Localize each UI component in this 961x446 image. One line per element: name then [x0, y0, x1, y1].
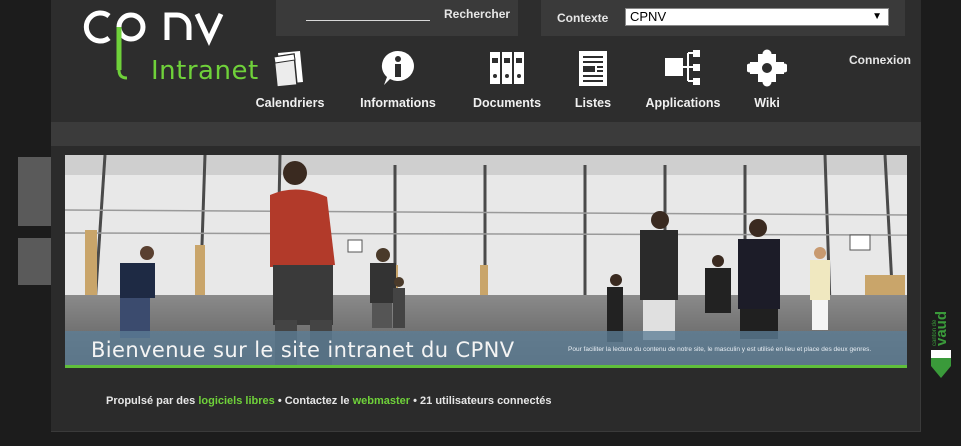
footer-contact-text: • Contactez le	[277, 395, 350, 407]
nav-item-applications[interactable]: Applications	[639, 48, 727, 110]
nav-label: Informations	[360, 96, 436, 110]
search-box: Rechercher	[276, 0, 518, 36]
header-divider-strip	[51, 122, 921, 146]
nav-label: Documents	[472, 96, 542, 110]
context-box: Contexte CPNV ▼	[541, 0, 905, 36]
nav-item-calendriers[interactable]: Calendriers	[251, 48, 329, 110]
nav-item-informations[interactable]: Informations	[353, 48, 443, 110]
vaud-logo-mark: vaud canton de	[931, 311, 951, 378]
info-icon	[378, 48, 418, 88]
nav-label: Wiki	[754, 96, 780, 110]
page-container: Intranet Rechercher Contexte CPNV ▼ Conn…	[51, 0, 921, 432]
banner-caption: Bienvenue sur le site intranet du CPNV P…	[65, 331, 907, 365]
banner-note: Pour faciliter la lecture du contenu de …	[568, 346, 872, 353]
cpnv-logo[interactable]: Intranet	[79, 4, 258, 86]
dropdown-arrow-icon: ▼	[872, 11, 882, 22]
nav-item-documents[interactable]: Documents	[468, 48, 546, 110]
connected-users-text: • 21 utilisateurs connectés	[413, 395, 552, 407]
context-label: Contexte	[557, 11, 609, 25]
nav-item-wiki[interactable]: Wiki	[745, 48, 789, 110]
nav-item-listes[interactable]: Listes	[563, 48, 623, 110]
footer: Propulsé par des logiciels libres • Cont…	[106, 395, 551, 407]
login-link[interactable]: Connexion	[849, 53, 911, 67]
calendar-icon	[270, 48, 310, 88]
side-tab[interactable]	[18, 238, 51, 285]
nav-label: Calendriers	[255, 96, 325, 110]
search-button[interactable]: Rechercher	[444, 7, 510, 21]
banner-accent-line	[65, 365, 907, 368]
free-software-link[interactable]: logiciels libres	[198, 395, 274, 407]
svg-text:canton de: canton de	[932, 319, 938, 346]
list-icon	[573, 48, 613, 88]
context-selected-value: CPNV	[630, 9, 667, 24]
search-input[interactable]	[306, 20, 430, 21]
webmaster-link[interactable]: webmaster	[353, 395, 410, 407]
nav-label: Applications	[645, 96, 721, 110]
banner-photo: Bienvenue sur le site intranet du CPNV P…	[65, 155, 907, 368]
sitemap-icon	[663, 48, 703, 88]
logo-subtitle: Intranet	[151, 56, 259, 86]
nav-label: Listes	[574, 96, 612, 110]
banner-title: Bienvenue sur le site intranet du CPNV	[91, 338, 515, 362]
context-select[interactable]: CPNV ▼	[625, 8, 889, 26]
canton-vaud-logo[interactable]: vaud canton de	[928, 300, 954, 380]
footer-powered-text: Propulsé par des	[106, 395, 196, 407]
header: Intranet Rechercher Contexte CPNV ▼ Conn…	[51, 0, 921, 122]
side-tab[interactable]	[18, 157, 51, 226]
puzzle-icon	[745, 48, 789, 88]
binders-icon	[487, 48, 527, 88]
